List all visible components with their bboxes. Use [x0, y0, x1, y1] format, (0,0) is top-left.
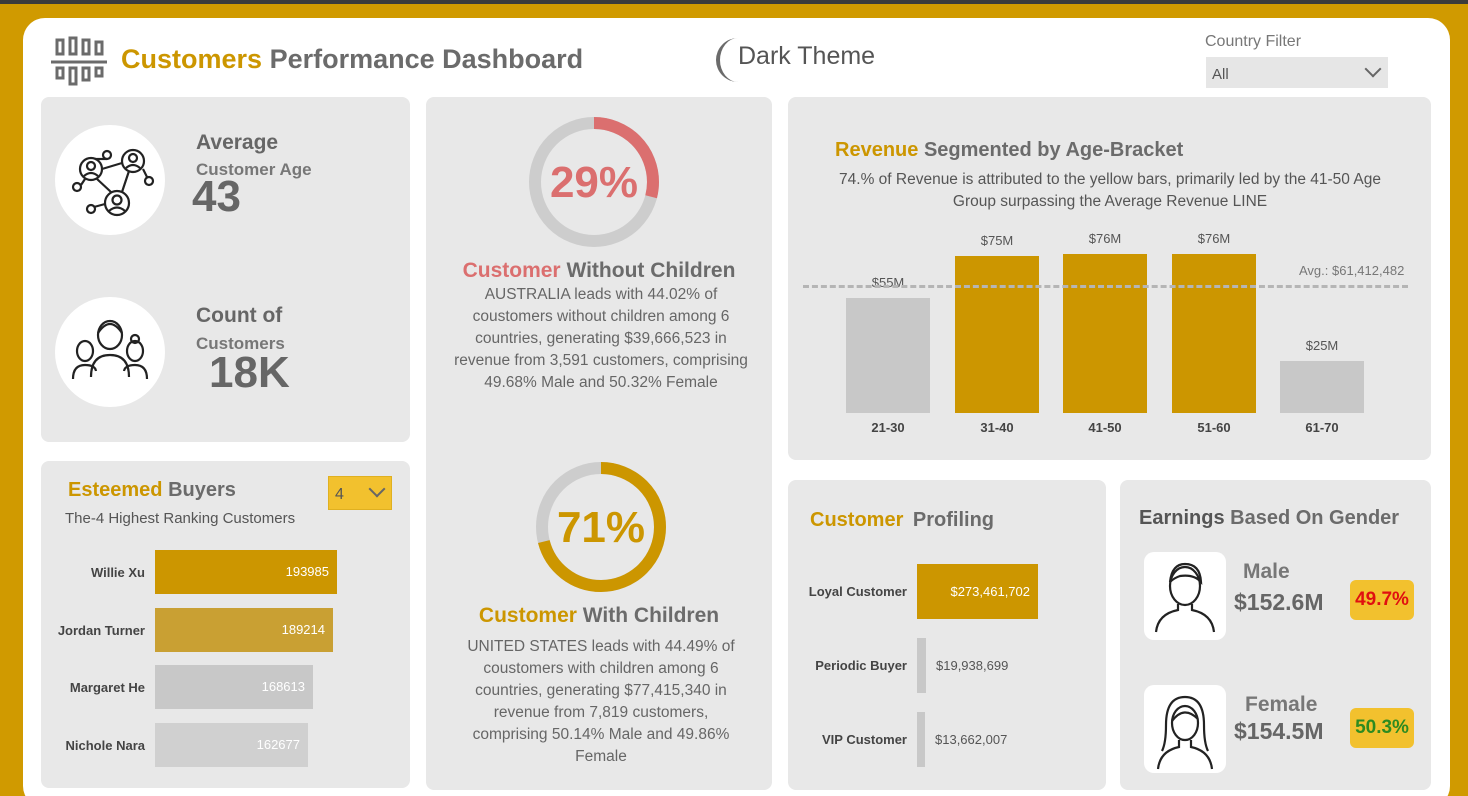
- revenue-category-label: 41-50: [1088, 420, 1122, 435]
- profiling-label: VIP Customer: [821, 732, 907, 747]
- title-rest: Performance Dashboard: [269, 44, 584, 74]
- buyer-bar: 162677: [155, 722, 308, 767]
- profiling-title: Customer Profiling: [810, 509, 995, 531]
- esteemed-buyers-title: Esteemed Buyers: [68, 479, 236, 501]
- profiling-label: Loyal Customer: [808, 584, 907, 599]
- country-filter-label: Country Filter: [1205, 33, 1302, 50]
- avg-age-label: Average: [196, 131, 279, 154]
- profiling-bar-value: $273,461,702: [950, 584, 1030, 599]
- profiling-bar: [917, 638, 926, 693]
- theme-toggle-label: Dark Theme: [738, 42, 876, 70]
- revenue-bar: [955, 256, 1039, 413]
- country-filter-select[interactable]: All: [1206, 57, 1388, 88]
- buyer-bar: 168613: [155, 665, 313, 709]
- buyer-bar-value: 168613: [261, 679, 305, 694]
- revenue-chart-subtitle: 74.% of Revenue is attributed to the yel…: [839, 171, 1381, 210]
- revenue-category-label: 61-70: [1305, 420, 1339, 435]
- buyer-bar: 193985: [155, 550, 337, 594]
- revenue-category-label: 31-40: [980, 420, 1014, 435]
- revenue-chart-title: Revenue Segmented by Age-Bracket: [835, 139, 1184, 161]
- female-icon: [1144, 685, 1226, 773]
- without-children-title: Customer Without Children: [462, 259, 736, 282]
- with-children-percent: 71%: [556, 503, 646, 552]
- male-label: Male: [1243, 560, 1290, 583]
- with-children-description: UNITED STATES leads with 44.49% of coust…: [467, 638, 735, 765]
- profiling-bar-value: $19,938,699: [936, 658, 1009, 673]
- profiling-label: Periodic Buyer: [815, 658, 907, 673]
- revenue-bar: [1063, 254, 1147, 413]
- chevron-down-icon: [1364, 60, 1382, 78]
- male-icon: [1144, 552, 1226, 640]
- chevron-down-icon: [368, 480, 386, 498]
- female-value: $154.5M: [1234, 718, 1324, 744]
- buyer-bar-value: 189214: [281, 621, 325, 637]
- revenue-category-label: 51-60: [1197, 420, 1231, 435]
- female-share-badge: 50.3%: [1350, 708, 1414, 748]
- profiling-bar: [917, 712, 925, 767]
- top-strip: [0, 0, 1468, 4]
- theme-toggle[interactable]: Dark Theme: [708, 34, 888, 84]
- buyer-bar-value: 162677: [256, 736, 300, 752]
- revenue-bar: [1172, 254, 1256, 413]
- buyer-name: Margaret He: [69, 680, 145, 695]
- top-n-value: 4: [335, 486, 344, 503]
- top-n-select[interactable]: 4: [328, 476, 392, 510]
- male-share-badge: 49.7%: [1350, 580, 1414, 620]
- logo-icon: [50, 36, 108, 88]
- buyer-bar: 189214: [155, 607, 333, 652]
- male-value: $152.6M: [1234, 589, 1324, 615]
- gender-title: Earnings Based On Gender: [1139, 507, 1400, 529]
- average-line-label: Avg.: $61,412,482: [1299, 263, 1405, 278]
- buyer-name: Willie Xu: [90, 565, 145, 580]
- with-children-donut: 71%: [535, 461, 667, 593]
- without-children-donut: 29%: [528, 116, 660, 248]
- buyer-name: Nichole Nara: [65, 737, 145, 753]
- without-children-description: AUSTRALIA leads with 44.02% of coustomer…: [454, 286, 748, 391]
- group-icon: [55, 297, 165, 407]
- buyer-bar-value: 193985: [285, 564, 329, 579]
- revenue-bar-label: $25M: [1305, 338, 1339, 353]
- revenue-bar-label: $76M: [1197, 231, 1231, 246]
- revenue-category-label: 21-30: [871, 420, 905, 435]
- female-label: Female: [1245, 693, 1318, 716]
- avg-age-value: 43: [192, 172, 241, 221]
- profiling-bar-value: $13,662,007: [935, 732, 1008, 747]
- average-line: [803, 285, 1408, 288]
- esteemed-buyers-subtitle: The-4 Highest Ranking Customers: [65, 510, 296, 527]
- without-children-percent: 29%: [549, 158, 639, 207]
- revenue-bar: [846, 298, 930, 413]
- network-icon: [55, 125, 165, 235]
- country-filter-value: All: [1212, 66, 1229, 83]
- revenue-bar-label: $76M: [1088, 231, 1122, 246]
- revenue-bar-label: $75M: [980, 233, 1014, 248]
- count-value: 18K: [209, 348, 290, 397]
- count-label: Count of: [196, 304, 283, 327]
- revenue-bar: [1280, 361, 1364, 413]
- buyer-name: Jordan Turner: [57, 622, 145, 638]
- with-children-title: Customer With Children: [478, 604, 720, 627]
- title-highlight: Customers: [121, 44, 263, 74]
- dashboard-title: Customers Performance Dashboard: [121, 44, 583, 75]
